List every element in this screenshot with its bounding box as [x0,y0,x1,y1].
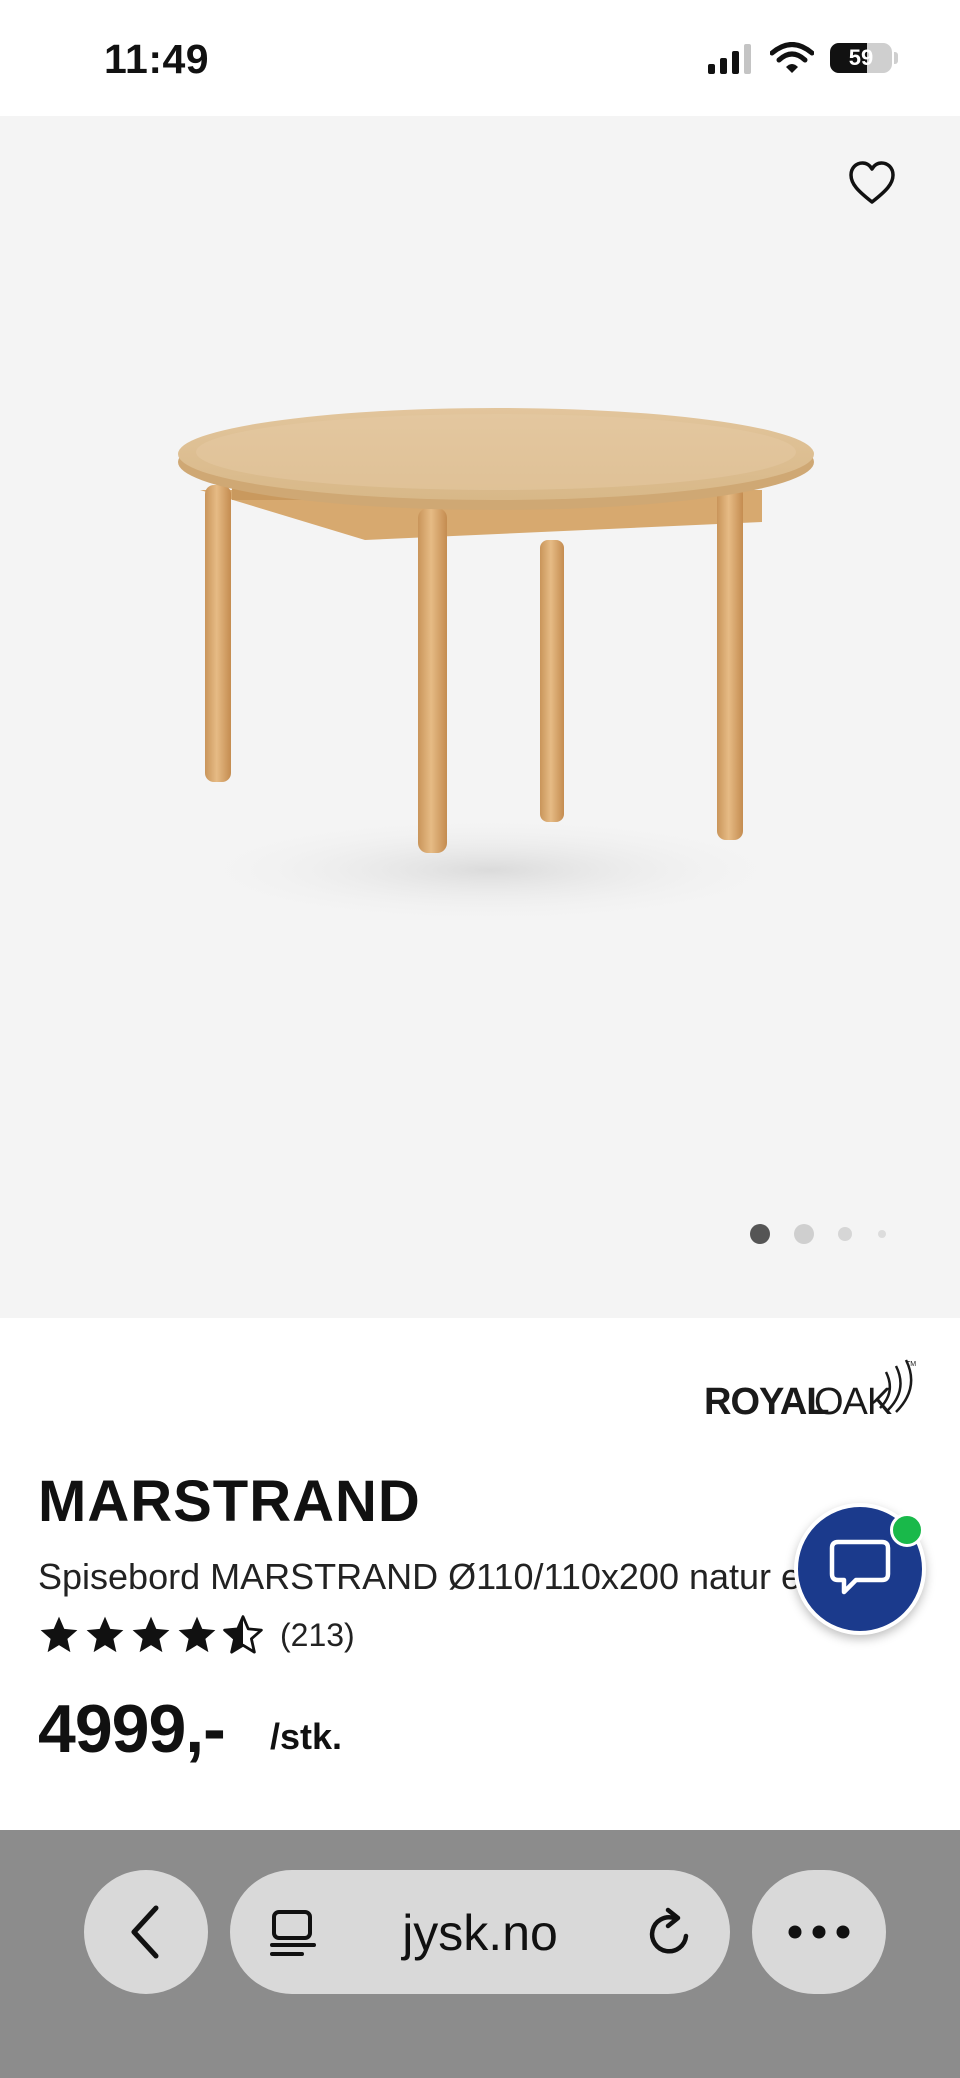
battery-cap [894,52,898,64]
address-bar[interactable]: jysk.no [230,1870,730,1994]
star-full-icon [86,1616,124,1653]
brand-logo: ROYAL OAK TM [704,1359,916,1423]
status-time: 11:49 [104,36,210,82]
product-image [178,408,814,925]
reload-icon[interactable] [644,1906,696,1960]
pagination-dot-1[interactable] [750,1224,770,1244]
image-pagination[interactable] [0,1222,960,1246]
svg-text:TM: TM [906,1361,916,1368]
more-horizontal-icon [788,1925,850,1939]
product-price: 4999,- [38,1691,226,1767]
battery-icon: 59 [830,43,892,73]
pagination-dot-4[interactable] [878,1230,886,1238]
chat-bubble-icon [829,1539,891,1595]
rating-stars [38,1614,264,1656]
heart-outline-icon[interactable] [848,160,896,206]
cellular-signal-icon [708,44,751,74]
review-count[interactable]: (213) [280,1617,355,1654]
online-status-indicator [890,1513,924,1547]
status-bar: 11:49 59 [0,0,960,116]
product-name: MARSTRAND [38,1469,421,1534]
star-half-icon [223,1615,263,1654]
more-button[interactable] [752,1870,886,1994]
wifi-icon [770,42,814,73]
star-full-icon [178,1616,216,1653]
star-full-icon [132,1616,170,1653]
battery-level: 59 [848,45,874,70]
product-description: Spisebord MARSTRAND Ø110/110x200 natur e… [38,1556,798,1597]
status-icons: 59 [706,42,898,74]
pagination-dot-2[interactable] [794,1224,814,1244]
price-unit: /stk. [270,1716,343,1757]
back-button[interactable] [84,1870,208,1994]
chevron-left-icon [131,1905,159,1959]
svg-text:ROYAL: ROYAL [704,1381,829,1423]
star-full-icon [40,1616,78,1653]
pagination-dot-3[interactable] [838,1227,852,1241]
product-rating[interactable]: (213) [38,1614,355,1656]
svg-text:OAK: OAK [814,1381,892,1423]
